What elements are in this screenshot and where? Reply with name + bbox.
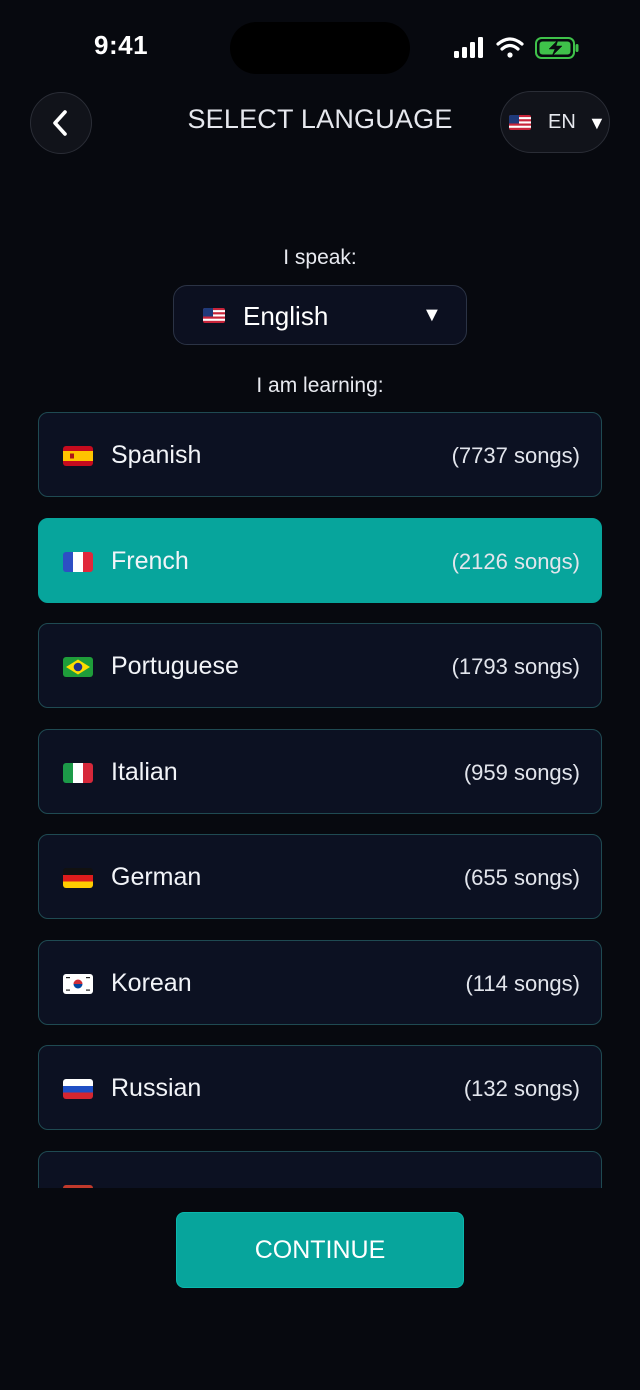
song-count: (655 songs)	[463, 865, 580, 890]
us-flag-icon	[203, 308, 225, 323]
language-name: Portuguese	[111, 652, 239, 680]
status-time: 9:41	[94, 30, 149, 60]
language-item-next[interactable]	[38, 1151, 602, 1188]
es-flag-icon	[63, 446, 93, 466]
language-item-korean[interactable]: Korean (114 songs)	[38, 940, 602, 1025]
caret-down-icon: ▼	[588, 113, 606, 133]
language-item-italian[interactable]: Italian (959 songs)	[38, 729, 602, 814]
language-name: Korean	[111, 969, 192, 997]
native-language-select[interactable]: English ▼	[173, 285, 467, 345]
ui-language-code: EN	[548, 111, 576, 133]
native-language-value: English	[243, 301, 329, 331]
signal-icon	[454, 37, 483, 58]
language-name: French	[111, 547, 189, 575]
language-name: Italian	[111, 758, 178, 786]
battery-charging-icon	[535, 37, 579, 59]
caret-down-icon: ▼	[422, 304, 442, 326]
language-name: Spanish	[111, 441, 202, 469]
language-name: German	[111, 863, 202, 891]
status-icons	[454, 37, 579, 59]
it-flag-icon	[63, 763, 93, 783]
flag-icon	[63, 1185, 93, 1188]
song-count: (2126 songs)	[451, 549, 580, 574]
chevron-left-icon	[53, 110, 67, 136]
song-count: (7737 songs)	[451, 443, 580, 468]
language-item-french[interactable]: French (2126 songs)	[38, 518, 602, 603]
wifi-icon	[496, 37, 524, 58]
language-name: Russian	[111, 1074, 202, 1102]
back-button[interactable]	[30, 92, 92, 154]
song-count: (132 songs)	[463, 1076, 580, 1101]
de-flag-icon	[63, 868, 93, 888]
song-count: (1793 songs)	[451, 654, 580, 679]
language-item-portuguese[interactable]: Portuguese (1793 songs)	[38, 623, 602, 708]
song-count: (114 songs)	[465, 971, 580, 996]
kr-flag-icon	[63, 974, 93, 994]
language-item-spanish[interactable]: Spanish (7737 songs)	[38, 412, 602, 497]
song-count: (959 songs)	[463, 760, 580, 785]
page-title: SELECT LANGUAGE	[187, 104, 453, 134]
language-item-german[interactable]: German (655 songs)	[38, 834, 602, 919]
status-bar: 9:41	[0, 0, 640, 96]
fr-flag-icon	[63, 552, 93, 572]
speak-label: I speak:	[283, 246, 357, 269]
language-item-russian[interactable]: Russian (132 songs)	[38, 1045, 602, 1130]
us-flag-icon	[509, 115, 531, 130]
learning-label: I am learning:	[256, 374, 384, 397]
target-language-list[interactable]: Spanish (7737 songs) French (2126 songs)…	[38, 412, 602, 1188]
br-flag-icon	[63, 657, 93, 677]
ru-flag-icon	[63, 1079, 93, 1099]
continue-button[interactable]: CONTINUE	[176, 1212, 464, 1288]
dynamic-island	[230, 22, 410, 74]
ui-language-button[interactable]: EN ▼	[500, 91, 610, 153]
